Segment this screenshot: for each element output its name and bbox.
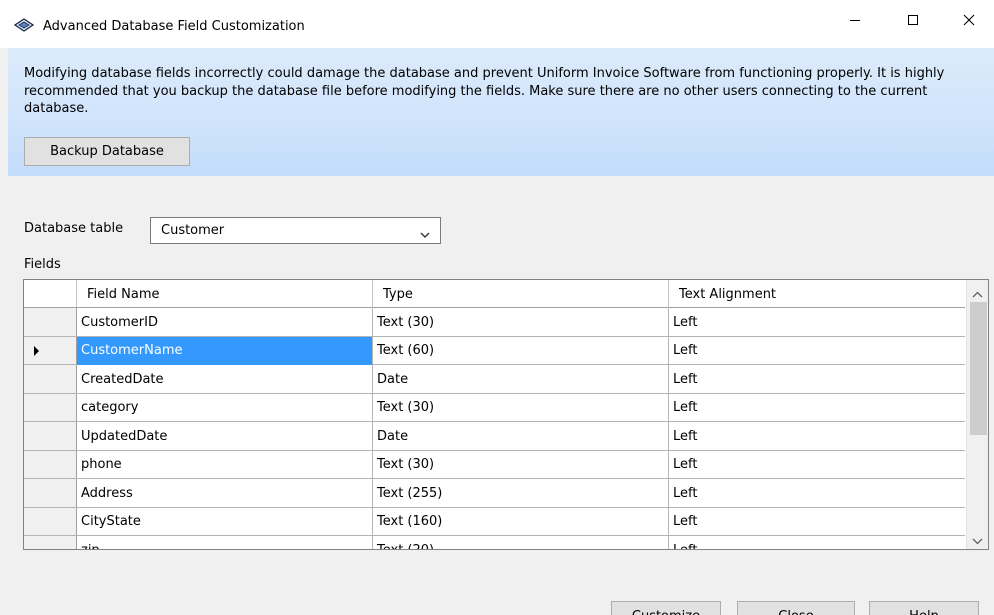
maximize-button[interactable] bbox=[890, 0, 936, 40]
grid-header: Field Name Type Text Alignment bbox=[24, 280, 965, 308]
cell-text-alignment[interactable]: Left bbox=[669, 536, 965, 550]
table-row[interactable]: phone Text (30) Left bbox=[24, 450, 965, 479]
row-header[interactable] bbox=[24, 536, 77, 549]
database-table-select[interactable]: Customer bbox=[150, 217, 441, 244]
column-header-type[interactable]: Type bbox=[373, 280, 669, 308]
table-row[interactable]: CustomerName Text (60) Left bbox=[24, 336, 965, 365]
row-header[interactable] bbox=[24, 450, 77, 478]
chevron-down-icon bbox=[420, 227, 430, 242]
row-header[interactable] bbox=[24, 393, 77, 421]
scroll-up-icon[interactable] bbox=[972, 286, 983, 301]
table-row[interactable]: CreatedDate Date Left bbox=[24, 365, 965, 394]
table-row[interactable]: UpdatedDate Date Left bbox=[24, 422, 965, 451]
close-button[interactable]: Close bbox=[737, 601, 855, 615]
cell-text-alignment[interactable]: Left bbox=[669, 394, 965, 422]
table-row[interactable]: category Text (30) Left bbox=[24, 393, 965, 422]
cell-field-name[interactable]: phone bbox=[77, 450, 373, 479]
help-button[interactable]: Help bbox=[869, 601, 979, 615]
cell-type[interactable]: Date bbox=[373, 422, 669, 450]
cell-field-name[interactable]: category bbox=[77, 393, 373, 422]
close-window-button[interactable] bbox=[946, 0, 992, 40]
cell-text-alignment[interactable]: Left bbox=[669, 508, 965, 536]
row-header-corner bbox=[24, 280, 77, 307]
cell-type[interactable]: Date bbox=[373, 365, 669, 393]
cell-text-alignment[interactable]: Left bbox=[669, 479, 965, 507]
cell-type[interactable]: Text (255) bbox=[373, 479, 669, 507]
cell-type[interactable]: Text (30) bbox=[373, 393, 669, 422]
row-header[interactable] bbox=[24, 336, 77, 364]
table-row[interactable]: CityState Text (160) Left bbox=[24, 507, 965, 536]
minimize-icon bbox=[849, 14, 861, 26]
row-header[interactable] bbox=[24, 507, 77, 535]
cell-type[interactable]: Text (30) bbox=[373, 450, 669, 479]
cell-type[interactable]: Text (30) bbox=[373, 308, 669, 336]
maximize-icon bbox=[907, 14, 919, 26]
cell-field-name[interactable]: CustomerID bbox=[77, 308, 373, 336]
database-icon bbox=[13, 18, 35, 32]
scroll-thumb[interactable] bbox=[970, 302, 987, 435]
cell-field-name[interactable]: CustomerName bbox=[77, 336, 373, 365]
vertical-scrollbar[interactable] bbox=[966, 280, 988, 549]
cell-field-name[interactable]: zip bbox=[77, 536, 373, 549]
cell-type[interactable]: Text (60) bbox=[373, 336, 669, 365]
cell-text-alignment[interactable]: Left bbox=[669, 365, 965, 393]
cell-text-alignment[interactable]: Left bbox=[669, 451, 965, 479]
close-icon bbox=[963, 14, 975, 26]
warning-banner: Modifying database fields incorrectly co… bbox=[8, 48, 994, 176]
minimize-button[interactable] bbox=[832, 0, 878, 40]
cell-type[interactable]: Text (160) bbox=[373, 507, 669, 536]
cell-text-alignment[interactable]: Left bbox=[669, 337, 965, 365]
fields-grid: Field Name Type Text Alignment CustomerI… bbox=[23, 279, 989, 550]
cell-field-name[interactable]: CreatedDate bbox=[77, 365, 373, 393]
cell-text-alignment[interactable]: Left bbox=[669, 308, 965, 336]
row-header[interactable] bbox=[24, 479, 77, 507]
cell-field-name[interactable]: CityState bbox=[77, 507, 373, 536]
window-title: Advanced Database Field Customization bbox=[43, 19, 305, 34]
row-header[interactable] bbox=[24, 422, 77, 450]
backup-database-button[interactable]: Backup Database bbox=[24, 137, 190, 166]
database-table-label: Database table bbox=[24, 221, 124, 236]
column-header-field-name[interactable]: Field Name bbox=[77, 280, 373, 308]
row-header[interactable] bbox=[24, 365, 77, 393]
table-row[interactable]: zip Text (20) Left bbox=[24, 536, 965, 550]
title-bar: Advanced Database Field Customization bbox=[0, 0, 994, 48]
table-row[interactable]: Address Text (255) Left bbox=[24, 479, 965, 508]
cell-type[interactable]: Text (20) bbox=[373, 536, 669, 549]
customize-button[interactable]: Customize bbox=[611, 601, 721, 615]
table-row[interactable]: CustomerID Text (30) Left bbox=[24, 308, 965, 337]
database-table-value: Customer bbox=[161, 223, 225, 238]
grid-rows: CustomerID Text (30) Left CustomerName Text … bbox=[24, 308, 965, 550]
cell-field-name[interactable]: Address bbox=[77, 479, 373, 507]
column-header-text-alignment[interactable]: Text Alignment bbox=[669, 280, 965, 308]
warning-text: Modifying database fields incorrectly co… bbox=[24, 66, 945, 116]
row-header[interactable] bbox=[24, 308, 77, 336]
cell-field-name[interactable]: UpdatedDate bbox=[77, 422, 373, 450]
cell-text-alignment[interactable]: Left bbox=[669, 422, 965, 450]
current-row-arrow-icon bbox=[34, 345, 39, 356]
fields-label: Fields bbox=[24, 257, 61, 272]
scroll-down-icon[interactable] bbox=[972, 533, 983, 548]
